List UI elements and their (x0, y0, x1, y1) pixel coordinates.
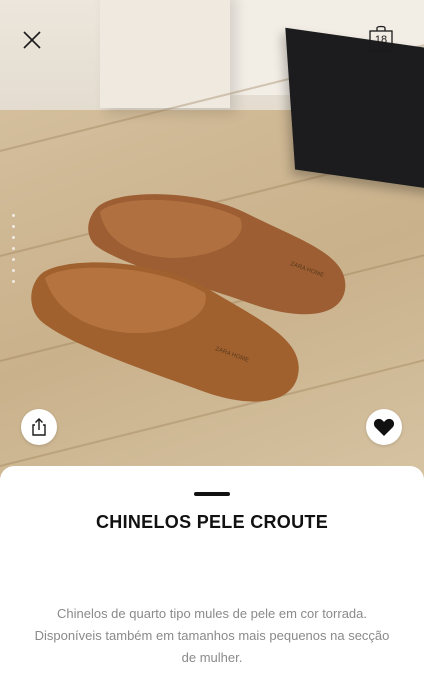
close-button[interactable] (16, 24, 48, 56)
image-pagination (12, 214, 15, 291)
heart-icon (373, 418, 395, 436)
product-title: CHINELOS PELE CROUTE (95, 512, 329, 532)
drag-handle[interactable] (194, 492, 230, 496)
product-image[interactable]: ZARA HOME ZARA HOME (0, 0, 424, 480)
pagination-dot (12, 280, 15, 283)
share-button[interactable] (21, 409, 57, 445)
product-description: Chinelos de quarto tipo mules de pele em… (34, 606, 390, 665)
close-icon (23, 31, 41, 49)
slippers-illustration: ZARA HOME ZARA HOME (31, 194, 346, 402)
pagination-dot (12, 214, 15, 217)
pagination-dot (12, 236, 15, 239)
bag-count: 18 (374, 34, 388, 46)
pagination-dot (12, 258, 15, 261)
product-details-sheet: CHINELOS PELE CROUTE Chinelos de quarto … (0, 466, 424, 699)
shopping-bag-button[interactable]: 18 (365, 24, 397, 56)
pagination-dot (12, 247, 15, 250)
favorite-button[interactable] (366, 409, 402, 445)
pagination-dot (12, 225, 15, 228)
pagination-dot (12, 269, 15, 272)
share-icon (32, 418, 46, 436)
